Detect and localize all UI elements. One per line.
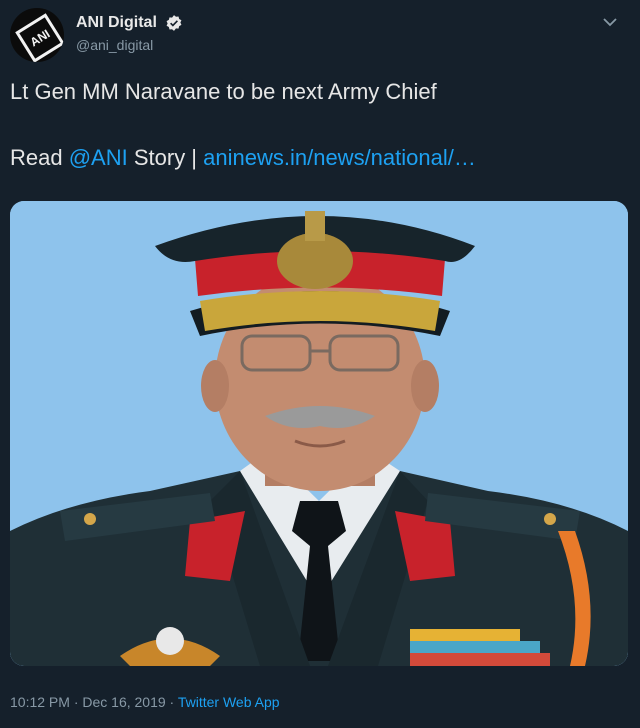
ani-logo-icon: ANI [15, 13, 64, 62]
tweet-meta: 10:12 PM · Dec 16, 2019 · Twitter Web Ap… [10, 694, 280, 710]
display-name[interactable]: ANI Digital [76, 14, 157, 32]
tweet-header: ANI ANI Digital @ani_digital [10, 8, 630, 64]
tweet-headline: Lt Gen MM Naravane to be next Army Chief [10, 79, 437, 104]
mention-link[interactable]: @ANI [69, 145, 128, 170]
read-prefix: Read [10, 145, 69, 170]
article-link[interactable]: aninews.in/news/national/… [203, 145, 476, 170]
tweet-card: ANI ANI Digital @ani_digital Lt Gen MM N… [0, 0, 640, 728]
source-link[interactable]: Twitter Web App [178, 694, 280, 710]
avatar[interactable]: ANI [10, 8, 64, 62]
timestamp[interactable]: 10:12 PM · Dec 16, 2019 · [10, 694, 178, 710]
chevron-down-icon[interactable] [600, 12, 620, 32]
verified-badge-icon [166, 15, 182, 31]
author-block[interactable]: ANI Digital @ani_digital [76, 14, 183, 53]
tweet-photo[interactable] [10, 201, 628, 666]
officer-portrait-image [10, 201, 628, 666]
tweet-text: Lt Gen MM Naravane to be next Army Chief… [10, 78, 630, 172]
user-handle: @ani_digital [76, 37, 154, 54]
avatar-logo-text: ANI [27, 26, 53, 50]
tweet-read-line: Read @ANI Story | aninews.in/news/nation… [10, 144, 630, 172]
story-text: Story | [127, 145, 204, 170]
